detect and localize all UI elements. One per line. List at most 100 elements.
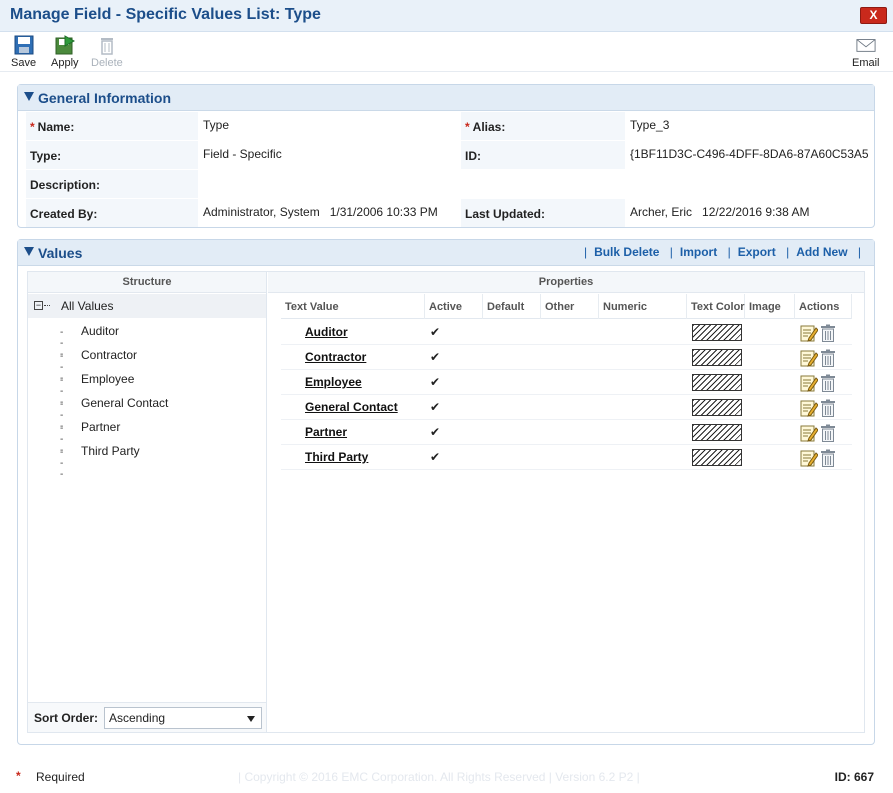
structure-pane: Structure − All Values --- Auditor --- Con… [28, 272, 267, 732]
edit-icon[interactable] [800, 324, 818, 342]
collapse-minus-icon[interactable]: − [34, 301, 43, 310]
active-check-icon: ✔ [430, 450, 441, 464]
col-default[interactable]: Default [483, 294, 541, 319]
collapse-triangle-icon[interactable] [24, 247, 34, 256]
properties-header: Properties [268, 272, 864, 293]
values-table-header: Text Value Active Default Other Numeric … [281, 294, 852, 319]
text-value-link[interactable]: Employee [305, 375, 362, 389]
export-link[interactable]: Export [738, 245, 776, 259]
table-row: General Contact ✔ [281, 395, 852, 420]
import-link[interactable]: Import [680, 245, 717, 259]
trash-icon[interactable] [820, 399, 836, 417]
type-value: Field - Specific [203, 147, 282, 161]
edit-icon[interactable] [800, 399, 818, 417]
text-value-link[interactable]: Third Party [305, 450, 368, 464]
trash-icon [100, 38, 113, 55]
sort-order-select[interactable]: Ascending [104, 707, 262, 729]
apply-button[interactable]: Apply [51, 35, 79, 69]
text-color-swatch [692, 399, 742, 416]
save-label: Save [11, 57, 37, 69]
created-updated-row: Created By: Administrator, System 1/31/2… [26, 199, 876, 228]
alias-value: Type_3 [630, 118, 670, 132]
table-row: Auditor ✔ [281, 320, 852, 345]
id-label: ID: [461, 141, 625, 169]
trash-icon[interactable] [820, 324, 836, 342]
properties-pane: Properties Text Value Active Default Oth… [268, 272, 864, 732]
edit-icon[interactable] [800, 374, 818, 392]
created-by-label: Created By: [26, 199, 198, 227]
window-title: Manage Field - Specific Values List: Typ… [10, 6, 321, 23]
type-id-row: Type: Field - Specific ID: {1BF11D3C-C49… [26, 141, 876, 170]
active-check-icon: ✔ [430, 400, 441, 414]
close-button[interactable]: X [860, 7, 887, 24]
active-check-icon: ✔ [430, 350, 441, 364]
page-id: ID: 667 [834, 770, 874, 784]
trash-icon[interactable] [820, 349, 836, 367]
col-numeric[interactable]: Numeric [599, 294, 687, 319]
col-image[interactable]: Image [745, 294, 795, 319]
toolbar: Save Apply Delete Email [0, 32, 893, 72]
text-value-link[interactable]: Partner [305, 425, 347, 439]
col-active[interactable]: Active [425, 294, 483, 319]
active-check-icon: ✔ [430, 425, 441, 439]
values-header[interactable]: Values | Bulk Delete | Import | Export | Add… [18, 240, 874, 266]
name-alias-row: * Name: Type * Alias: Type_3 [26, 112, 876, 141]
copyright-text: | Copyright © 2016 EMC Corporation. All … [238, 770, 640, 784]
envelope-icon [856, 39, 876, 52]
tree-root-label: All Values [61, 299, 114, 313]
tree-root[interactable]: − All Values [28, 294, 266, 318]
text-value-link[interactable]: General Contact [305, 400, 398, 414]
trash-icon[interactable] [820, 374, 836, 392]
last-updated-label: Last Updated: [461, 199, 625, 227]
collapse-triangle-icon[interactable] [24, 92, 34, 101]
apply-label: Apply [51, 57, 79, 69]
general-information-title: General Information [38, 90, 172, 106]
description-value [199, 170, 859, 198]
col-actions: Actions [795, 294, 852, 319]
chevron-down-icon [247, 716, 255, 722]
save-button[interactable]: Save [11, 35, 36, 69]
required-star-icon: * [30, 120, 35, 134]
trash-icon[interactable] [820, 424, 836, 442]
edit-icon[interactable] [800, 449, 818, 467]
sort-order-value: Ascending [109, 711, 166, 725]
general-information-panel: General Information * Name: Type * Alias: … [17, 84, 875, 228]
email-button[interactable]: Email [852, 35, 880, 69]
required-legend: Required [36, 770, 85, 784]
values-grid: Structure − All Values --- Auditor --- Con… [27, 271, 865, 733]
text-value-link[interactable]: Contractor [305, 350, 366, 364]
col-text-color[interactable]: Text Color [687, 294, 745, 319]
required-star-icon: * [465, 120, 470, 134]
email-label: Email [852, 57, 880, 69]
sort-order-bar: Sort Order: Ascending [28, 702, 266, 732]
text-color-swatch [692, 349, 742, 366]
trash-icon[interactable] [820, 449, 836, 467]
col-text-value[interactable]: Text Value [281, 294, 425, 319]
name-label: * Name: [26, 112, 198, 140]
add-new-link[interactable]: Add New [796, 245, 847, 259]
active-check-icon: ✔ [430, 325, 441, 339]
delete-label: Delete [91, 57, 123, 69]
bulk-delete-link[interactable]: Bulk Delete [594, 245, 659, 259]
apply-icon [55, 35, 75, 55]
sort-order-label: Sort Order: [34, 711, 99, 725]
general-information-header[interactable]: General Information [18, 85, 874, 111]
text-color-swatch [692, 374, 742, 391]
values-actions: | Bulk Delete | Import | Export | Add New | [583, 245, 861, 259]
delete-button[interactable]: Delete [91, 35, 123, 69]
window-titlebar: Manage Field - Specific Values List: Typ… [0, 0, 893, 32]
text-value-link[interactable]: Auditor [305, 325, 348, 339]
description-label: Description: [26, 170, 198, 198]
footer: * Required | Copyright © 2016 EMC Corpor… [0, 765, 893, 789]
col-other[interactable]: Other [541, 294, 599, 319]
save-icon [14, 35, 34, 55]
table-row: Third Party ✔ [281, 445, 852, 470]
description-row: Description: [26, 170, 876, 199]
alias-label: * Alias: [461, 112, 625, 140]
edit-icon[interactable] [800, 349, 818, 367]
name-value: Type [203, 118, 230, 132]
created-by-value: Administrator, System 1/31/2006 10:33 PM [203, 205, 438, 219]
text-color-swatch [692, 449, 742, 466]
edit-icon[interactable] [800, 424, 818, 442]
text-color-swatch [692, 424, 742, 441]
